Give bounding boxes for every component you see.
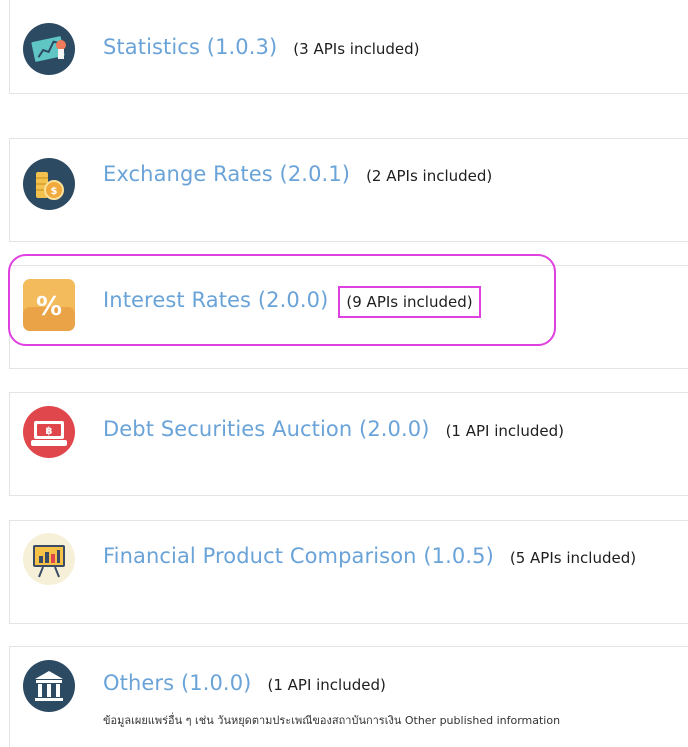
category-title[interactable]: Exchange Rates (2.0.1) bbox=[103, 162, 350, 186]
category-card-debt-securities-auction[interactable]: ฿ Debt Securities Auction (2.0.0) (1 API… bbox=[9, 392, 688, 496]
category-title[interactable]: Interest Rates (2.0.0) bbox=[103, 288, 328, 312]
api-count: (2 APIs included) bbox=[366, 167, 493, 185]
svg-text:%: % bbox=[36, 292, 62, 322]
category-card-exchange-rates[interactable]: $ Exchange Rates (2.0.1) (2 APIs include… bbox=[9, 138, 688, 242]
category-card-interest-rates[interactable]: % Interest Rates (2.0.0) (9 APIs include… bbox=[9, 265, 688, 369]
api-category-list: Statistics (1.0.3) (3 APIs included) $ E… bbox=[0, 0, 688, 747]
api-count: (1 API included) bbox=[445, 422, 564, 440]
category-title[interactable]: Others (1.0.0) bbox=[103, 671, 251, 695]
category-title[interactable]: Financial Product Comparison (1.0.5) bbox=[103, 544, 494, 568]
svg-text:฿: ฿ bbox=[46, 426, 53, 437]
category-title[interactable]: Statistics (1.0.3) bbox=[103, 35, 277, 59]
baht-certificate-icon: ฿ bbox=[23, 406, 75, 458]
api-count-highlighted: (9 APIs included) bbox=[338, 286, 481, 318]
statistics-chart-icon bbox=[23, 23, 75, 75]
api-count: (3 APIs included) bbox=[293, 40, 420, 58]
coin-stack-icon: $ bbox=[23, 158, 75, 210]
svg-text:$: $ bbox=[51, 186, 58, 197]
presentation-board-icon bbox=[23, 533, 75, 585]
category-title[interactable]: Debt Securities Auction (2.0.0) bbox=[103, 417, 430, 441]
category-description: ข้อมูลเผยแพร่อื่น ๆ เช่น วันหยุดตามประเพ… bbox=[103, 714, 561, 727]
api-count: (5 APIs included) bbox=[509, 549, 637, 567]
category-card-statistics[interactable]: Statistics (1.0.3) (3 APIs included) bbox=[9, 0, 688, 94]
category-card-financial-product-comparison[interactable]: Financial Product Comparison (1.0.5) (5 … bbox=[9, 520, 688, 624]
category-card-others[interactable]: Others (1.0.0) (1 API included) ข้อมูลเผ… bbox=[9, 646, 688, 747]
api-count: (1 API included) bbox=[267, 676, 386, 694]
bank-building-icon bbox=[23, 660, 75, 712]
percent-icon: % bbox=[23, 279, 75, 331]
